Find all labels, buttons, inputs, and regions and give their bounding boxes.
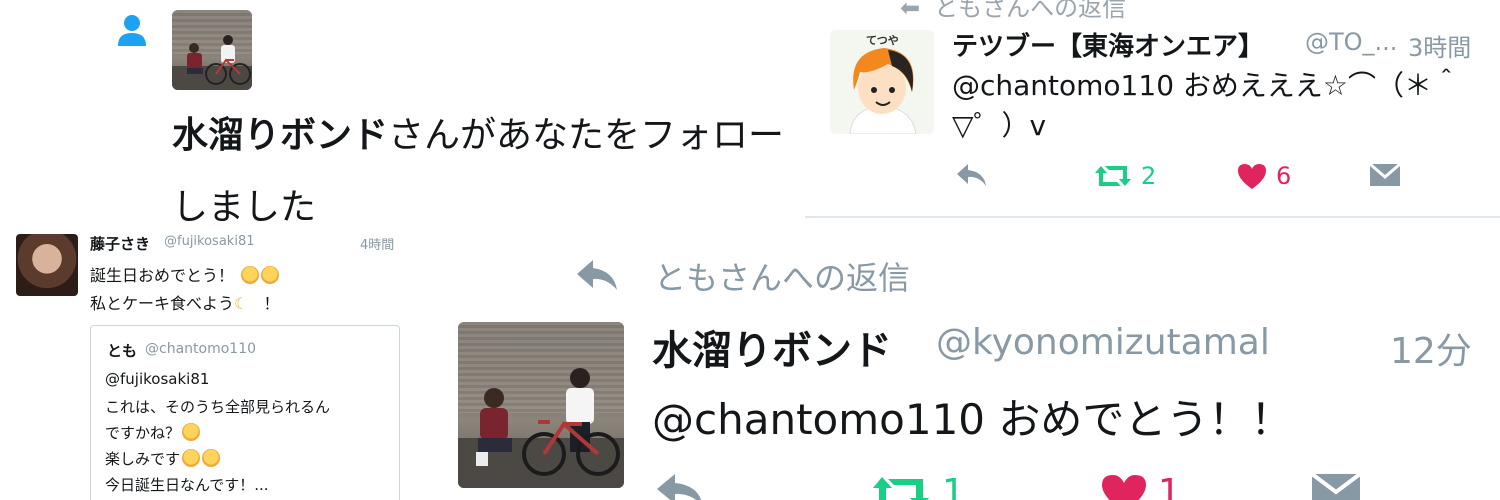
smirk-emoji-icon [182, 423, 201, 441]
follower-name[interactable]: 水溜りボンド [172, 115, 388, 156]
heart-icon [1238, 164, 1266, 189]
reply-context[interactable]: ⬅ ともさんへの返信 [900, 0, 1126, 23]
blush-emoji-icon [241, 266, 260, 284]
reply-icon [957, 164, 986, 186]
retweet-count: 1 [942, 472, 965, 500]
envelope-icon [1310, 472, 1362, 500]
direct-message-button[interactable] [1310, 472, 1362, 500]
quoted-text-line: 今日誕生日なんです！... [105, 476, 269, 494]
follow-message: 水溜りボンドさんがあなたをフォロー しました [172, 100, 792, 244]
tweet-text: @chantomo110 おめえええ☆⌒（＊＾▽゜）v [952, 69, 1461, 142]
retweet-icon [1095, 166, 1131, 186]
blush-emoji-icon [261, 266, 280, 284]
tweet-timestamp[interactable]: 12分 [1390, 322, 1472, 374]
tweet-text-line: 誕生日おめでとう！ [90, 262, 280, 286]
smile-emoji-icon [202, 449, 221, 467]
reply-icon [657, 474, 702, 500]
quoted-text-line: これは、そのうち全部見られるん [105, 398, 331, 416]
tweet-author-handle[interactable]: @fujikosaki81 [164, 234, 254, 249]
quoted-author-name: とも [107, 342, 138, 360]
heart-icon [1102, 474, 1146, 500]
fujiko-avatar[interactable] [16, 234, 78, 296]
reply-arrow-icon: ⬅ [900, 0, 921, 22]
quoted-text-line: ですかね？ [105, 422, 201, 443]
moon-emoji-icon: ☾ [234, 294, 249, 313]
retweet-count: 2 [1141, 162, 1157, 190]
quoted-author-handle: @chantomo110 [145, 341, 257, 357]
follow-message-line2: しました [172, 187, 317, 228]
tweet-text-line2b: ！ [263, 294, 280, 313]
like-button[interactable]: 1 [1100, 472, 1181, 500]
retweet-button[interactable]: 1 [870, 472, 965, 500]
reply-button[interactable] [655, 472, 705, 500]
tetsubu-avatar[interactable]: てつや [830, 30, 934, 134]
reply-context-label[interactable]: ともさんへの返信 [654, 253, 910, 299]
envelope-icon [1369, 162, 1401, 186]
reply-arrow-icon [577, 260, 617, 290]
quoted-text-line: @fujikosaki81 [105, 370, 210, 388]
retweet-icon [873, 476, 929, 500]
tweet-text-line: 私とケーキ食べよう☾ ！ [90, 290, 279, 314]
tweet-text-line2a: 私とケーキ食べよう [90, 294, 235, 313]
follower-avatar[interactable] [172, 10, 252, 90]
tweet-author-name[interactable]: 水溜りボンド [652, 318, 892, 376]
quoted-text-line4: 楽しみです [105, 450, 181, 468]
follow-message-rest: さんがあなたをフォロー [388, 115, 785, 156]
reply-button[interactable] [955, 162, 989, 188]
like-count: 1 [1158, 472, 1181, 500]
avatar-badge: てつや [866, 34, 899, 47]
divider [805, 216, 1500, 218]
quoted-tweet[interactable]: とも @chantomo110 @fujikosaki81 これは、そのうち全部… [90, 325, 400, 500]
like-button[interactable]: 6 [1236, 162, 1291, 190]
quoted-text-line3: ですかね？ [105, 424, 181, 442]
tweet-timestamp[interactable]: 4時間 [360, 234, 394, 253]
like-count: 6 [1276, 162, 1292, 190]
direct-message-button[interactable] [1368, 162, 1402, 188]
reply-context-label: ともさんへの返信 [934, 0, 1127, 22]
smile-emoji-icon [182, 449, 201, 467]
tweet-author-handle[interactable]: @TO_... [1305, 28, 1397, 56]
retweet-button[interactable]: 2 [1093, 162, 1156, 190]
tweet-timestamp[interactable]: 3時間 [1408, 28, 1471, 63]
mizutamari-avatar[interactable] [458, 322, 624, 488]
tweet-author-handle[interactable]: @kyonomizutamal [936, 322, 1270, 363]
quoted-text-line: 楽しみです [105, 448, 221, 469]
tweet-text: @chantomo110 おめでとう！！ [652, 395, 1293, 444]
person-icon [118, 15, 146, 46]
tweet-author-name[interactable]: テツブー【東海オンエア】 [952, 26, 1264, 63]
tweet-text-line1: 誕生日おめでとう！ [90, 266, 235, 285]
tweet-author-name[interactable]: 藤子さき [90, 233, 150, 254]
